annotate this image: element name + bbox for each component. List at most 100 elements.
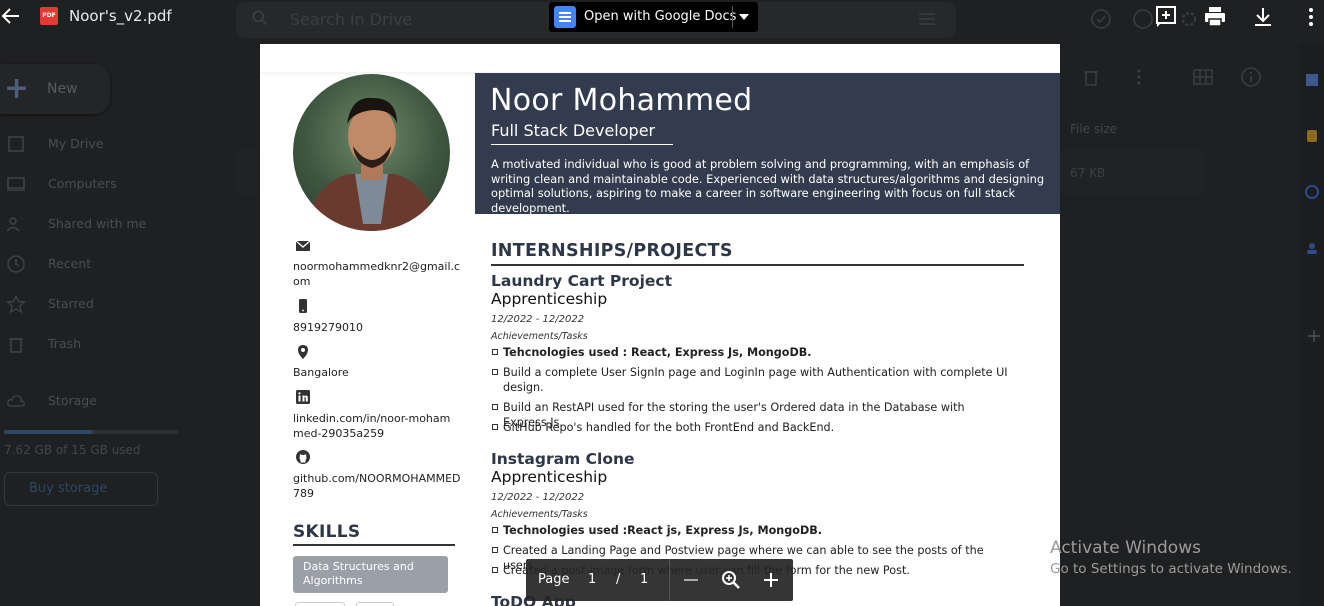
open-with-label: Open with Google Docs: [584, 9, 737, 24]
page-toolbar: Page 1 / 1: [526, 559, 793, 601]
email-icon: [295, 240, 311, 251]
section-heading: INTERNSHIPS/PROJECTS: [491, 241, 733, 261]
watermark-title: Activate Windows: [1050, 538, 1201, 558]
zoom-out-icon[interactable]: [679, 568, 703, 592]
contact-location: Bangalore: [293, 366, 349, 379]
project-bullet: Tehcnologies used : React, Express Js, M…: [491, 345, 1011, 360]
project-role: Apprenticeship: [491, 290, 608, 308]
column-header-file-size: File size: [1070, 122, 1118, 136]
add-icon: [1308, 330, 1320, 342]
contacts-icon: [1307, 243, 1317, 254]
section-divider: [491, 264, 1024, 266]
project-role: Apprenticeship: [491, 468, 608, 486]
project-achievements-label: Achievements/Tasks: [491, 509, 588, 520]
info-icon: [1241, 67, 1261, 87]
total-pages: 1: [640, 572, 649, 587]
project-achievements-label: Achievements/Tasks: [491, 331, 588, 342]
dropdown-caret-icon[interactable]: [739, 14, 749, 20]
profile-photo: [293, 74, 450, 231]
storage-bar: [4, 430, 178, 434]
contact-email: noormohammedknr2@gmail.com: [293, 260, 461, 288]
phone-icon: [299, 299, 307, 313]
project-title: Laundry Cart Project: [491, 272, 673, 290]
grid-view-icon: [1193, 69, 1213, 85]
location-pin-icon: [298, 345, 308, 359]
pdf-preview-screen: Search in Drive + New My Drive Computers…: [0, 0, 1324, 606]
zoom-fit-icon[interactable]: [719, 568, 743, 592]
plus-icon: +: [4, 71, 30, 106]
nav-label: Starred: [48, 296, 94, 311]
back-arrow-icon[interactable]: [0, 5, 22, 27]
trash-icon: [1084, 71, 1098, 86]
page-label: Page: [538, 572, 570, 587]
project-title: Instagram Clone: [491, 450, 635, 468]
project-bullet: Technologies used :React js, Express Js,…: [491, 523, 1011, 538]
page-top-margin: [260, 44, 1060, 72]
add-comment-icon[interactable]: [1154, 5, 1178, 29]
skills-divider: [293, 544, 455, 546]
star-icon: [6, 294, 26, 314]
role-underline: [491, 144, 673, 145]
zoom-in-icon[interactable]: [759, 568, 783, 592]
skill-chip: [356, 602, 394, 606]
page-separator: /: [616, 572, 621, 587]
skill-chip: Data Structures and Algorithms: [293, 556, 448, 593]
people-icon: [6, 217, 20, 232]
candidate-name: Noor Mohammed: [490, 83, 753, 118]
trash-icon: [9, 338, 23, 353]
nav-label: Trash: [48, 336, 82, 351]
download-icon[interactable]: [1251, 5, 1275, 29]
toolbar-divider: [669, 559, 670, 601]
nav-storage: Storage: [0, 387, 230, 415]
github-icon: [296, 450, 310, 464]
new-button-label: New: [47, 81, 78, 97]
calendar-icon: [1306, 74, 1318, 86]
candidate-role: Full Stack Developer: [491, 121, 656, 140]
pdf-page: noormohammedknr2@gmail.com 8919279010 Ba…: [260, 44, 1060, 606]
print-icon[interactable]: [1203, 5, 1227, 29]
open-with-button[interactable]: Open with Google Docs: [549, 2, 758, 32]
tasks-icon: [1305, 185, 1319, 199]
nav-recent: Recent: [0, 250, 230, 278]
nav-starred: Starred: [0, 290, 230, 318]
nav-computers: Computers: [0, 170, 230, 198]
clock-icon: [7, 255, 25, 273]
keep-icon: [1307, 130, 1317, 142]
contact-linkedin: linkedin.com/in/noor-mohammed-29035a259: [293, 412, 451, 440]
nav-label: Storage: [48, 393, 97, 408]
contact-phone: 8919279010: [293, 321, 363, 334]
skills-heading: SKILLS: [293, 522, 361, 542]
nav-label: Recent: [48, 256, 92, 271]
storage-bar-fill: [4, 430, 93, 434]
more-vert-icon[interactable]: [1299, 5, 1323, 29]
file-title: Noor's_v2.pdf: [69, 7, 172, 25]
computer-icon: [7, 177, 25, 191]
project-bullet: GitHub Repo's handled for the both Front…: [491, 420, 1011, 435]
nav-label: Shared with me: [48, 216, 147, 231]
profile-photo-illustration: [303, 97, 440, 231]
open-with-divider: [732, 6, 733, 28]
nav-trash: Trash: [0, 330, 230, 358]
project-date: 12/2022 - 12/2022: [491, 492, 585, 503]
current-page-input[interactable]: 1: [588, 572, 596, 587]
linkedin-icon: [296, 390, 310, 404]
watermark-subtitle: Go to Settings to activate Windows.: [1050, 561, 1292, 577]
project-bullet: Build a complete User SignIn page and Lo…: [491, 365, 1011, 395]
more-vert-icon: [1137, 69, 1141, 85]
skill-chip: [295, 602, 345, 606]
project-date: 12/2022 - 12/2022: [491, 314, 585, 325]
nav-label: My Drive: [48, 136, 104, 151]
nav-shared-with-me: Shared with me: [0, 210, 230, 238]
file-size-value: 67 KB: [1070, 166, 1106, 180]
viewer-header: PDF Noor's_v2.pdf Open with Google Docs: [0, 0, 1324, 34]
drive-icon: [8, 136, 24, 152]
nav-label: Computers: [48, 176, 117, 191]
summary-text: A motivated individual who is good at pr…: [491, 157, 1045, 215]
resume-header: Noor Mohammed Full Stack Developer A mot…: [475, 73, 1060, 215]
contact-github: github.com/NOORMOHAMMED789: [293, 472, 461, 500]
nav-my-drive: My Drive: [0, 130, 230, 158]
buy-storage-button: Buy storage: [4, 472, 158, 506]
pdf-file-icon: PDF: [40, 7, 58, 25]
cloud-icon: [7, 395, 25, 407]
google-docs-icon: [554, 6, 576, 28]
